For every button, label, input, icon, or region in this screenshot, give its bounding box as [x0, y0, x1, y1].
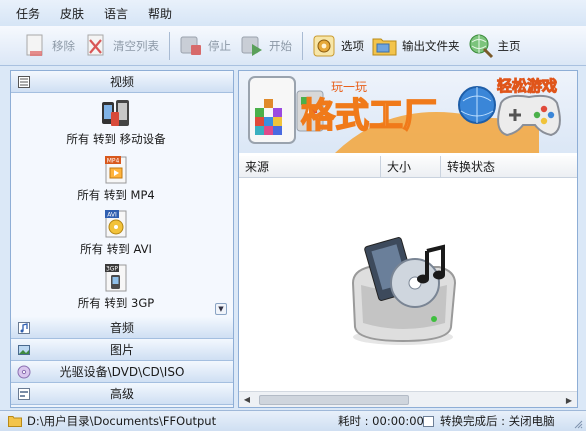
- start-label: 开始: [269, 38, 292, 53]
- category-advanced[interactable]: 高级: [11, 383, 233, 405]
- menu-bar: 任务 皮肤 语言 帮助: [0, 0, 586, 26]
- category-picture[interactable]: 图片: [11, 339, 233, 361]
- status-bar: D:\用户目录\Documents\FFOutput 耗时 : 00:00:00…: [0, 410, 586, 431]
- shutdown-after-convert-option[interactable]: 转换完成后 : 关闭电脑: [423, 413, 555, 429]
- remove-label: 移除: [52, 38, 75, 53]
- stop-icon: [178, 33, 204, 59]
- convert-to-mobile-item[interactable]: 所有 转到 移动设备: [11, 97, 221, 147]
- folder-icon: [8, 415, 22, 427]
- remove-button[interactable]: 移除: [22, 30, 75, 62]
- advanced-category-label: 高级: [109, 387, 134, 401]
- home-globe-icon: [468, 33, 494, 59]
- mp4-file-icon: MP4: [99, 153, 133, 187]
- shutdown-checkbox[interactable]: [423, 415, 434, 427]
- toolbar-separator: [302, 31, 303, 60]
- document-remove-icon: [22, 33, 48, 59]
- convert-to-mp4-label: 所有 转到 MP4: [77, 188, 155, 202]
- banner-ad[interactable]: 玩一玩 格式工厂 轻松游戏: [239, 71, 577, 153]
- clear-list-button[interactable]: 清空列表: [83, 30, 159, 62]
- menu-help[interactable]: 帮助: [146, 3, 174, 24]
- category-video[interactable]: 视频: [11, 71, 233, 93]
- banner-tagline: 轻松游戏: [497, 77, 557, 95]
- chevron-down-icon: ▼: [218, 305, 224, 313]
- stop-label: 停止: [208, 38, 231, 53]
- category-disc[interactable]: 光驱设备\DVD\CD\ISO: [11, 361, 233, 383]
- format-factory-logo: [339, 231, 469, 349]
- output-path-area[interactable]: D:\用户目录\Documents\FFOutput: [8, 413, 216, 429]
- task-table-header: 来源 大小 转换状态: [239, 155, 577, 178]
- convert-to-avi-label: 所有 转到 AVI: [80, 242, 152, 256]
- avi-file-icon: AVI: [99, 207, 133, 241]
- 3gp-file-icon: 3GP: [99, 261, 133, 295]
- scrollbar-thumb[interactable]: [259, 395, 409, 405]
- toolbar: 移除 清空列表 停止 开始 选项 输出文件夹 主页: [0, 26, 586, 66]
- 3gp-badge-text: 3GP: [106, 266, 118, 273]
- toolbar-separator: [169, 31, 170, 60]
- category-panel: 视频 所有 转到 移动设备 MP4 所有 转到 MP4 AVI 所有 转到 AV…: [10, 70, 234, 408]
- options-button[interactable]: 选项: [311, 30, 364, 62]
- list-scroll-down-button[interactable]: ▼: [215, 303, 227, 315]
- menu-task[interactable]: 任务: [14, 3, 42, 24]
- column-size[interactable]: 大小: [381, 155, 441, 178]
- globe-icon: [458, 86, 496, 124]
- resize-grip-icon[interactable]: [573, 419, 583, 429]
- output-folder-button[interactable]: 输出文件夹: [372, 30, 460, 62]
- horizontal-scrollbar[interactable]: ◀ ▶: [239, 391, 577, 407]
- elapsed-time: 耗时 : 00:00:00: [338, 414, 424, 428]
- output-folder-label: 输出文件夹: [402, 38, 460, 53]
- video-function-list: 所有 转到 移动设备 MP4 所有 转到 MP4 AVI 所有 转到 AVI 3…: [11, 93, 233, 317]
- mobile-device-icon: [99, 97, 133, 131]
- convert-to-3gp-label: 所有 转到 3GP: [77, 296, 155, 310]
- audio-category-label: 音频: [109, 321, 134, 335]
- start-button[interactable]: 开始: [239, 30, 292, 62]
- clear-list-label: 清空列表: [113, 38, 159, 53]
- options-label: 选项: [341, 38, 364, 53]
- home-button[interactable]: 主页: [468, 30, 521, 62]
- banner-small-text: 玩一玩: [331, 80, 367, 94]
- avi-badge-text: AVI: [107, 212, 117, 219]
- category-audio[interactable]: 音频: [11, 317, 233, 339]
- mp4-badge-text: MP4: [107, 158, 120, 165]
- folder-icon: [372, 33, 398, 59]
- output-path-text: D:\用户目录\Documents\FFOutput: [27, 414, 217, 428]
- convert-to-mp4-item[interactable]: MP4 所有 转到 MP4: [11, 153, 221, 203]
- disc-category-label: 光驱设备\DVD\CD\ISO: [59, 365, 185, 379]
- convert-to-mobile-label: 所有 转到 移动设备: [66, 132, 166, 146]
- picture-category-label: 图片: [109, 343, 134, 357]
- clear-list-icon: [83, 33, 109, 59]
- menu-language[interactable]: 语言: [102, 3, 130, 24]
- column-status[interactable]: 转换状态: [441, 156, 577, 178]
- scroll-left-icon[interactable]: ◀: [239, 392, 255, 408]
- video-category-label: 视频: [109, 75, 134, 89]
- convert-to-3gp-item[interactable]: 3GP 所有 转到 3GP: [11, 261, 221, 311]
- menu-skin[interactable]: 皮肤: [58, 3, 86, 24]
- shutdown-label: 转换完成后 : 关闭电脑: [440, 414, 555, 428]
- start-icon: [239, 33, 265, 59]
- column-source[interactable]: 来源: [239, 155, 381, 178]
- task-panel: 玩一玩 格式工厂 轻松游戏 来源 大小 转换状态 ◀ ▶: [238, 70, 578, 408]
- convert-to-avi-item[interactable]: AVI 所有 转到 AVI: [11, 207, 221, 257]
- home-label: 主页: [497, 38, 521, 53]
- stop-button[interactable]: 停止: [178, 30, 231, 62]
- gear-icon: [311, 33, 337, 59]
- banner-title: 格式工厂: [301, 96, 437, 136]
- scroll-right-icon[interactable]: ▶: [561, 392, 577, 408]
